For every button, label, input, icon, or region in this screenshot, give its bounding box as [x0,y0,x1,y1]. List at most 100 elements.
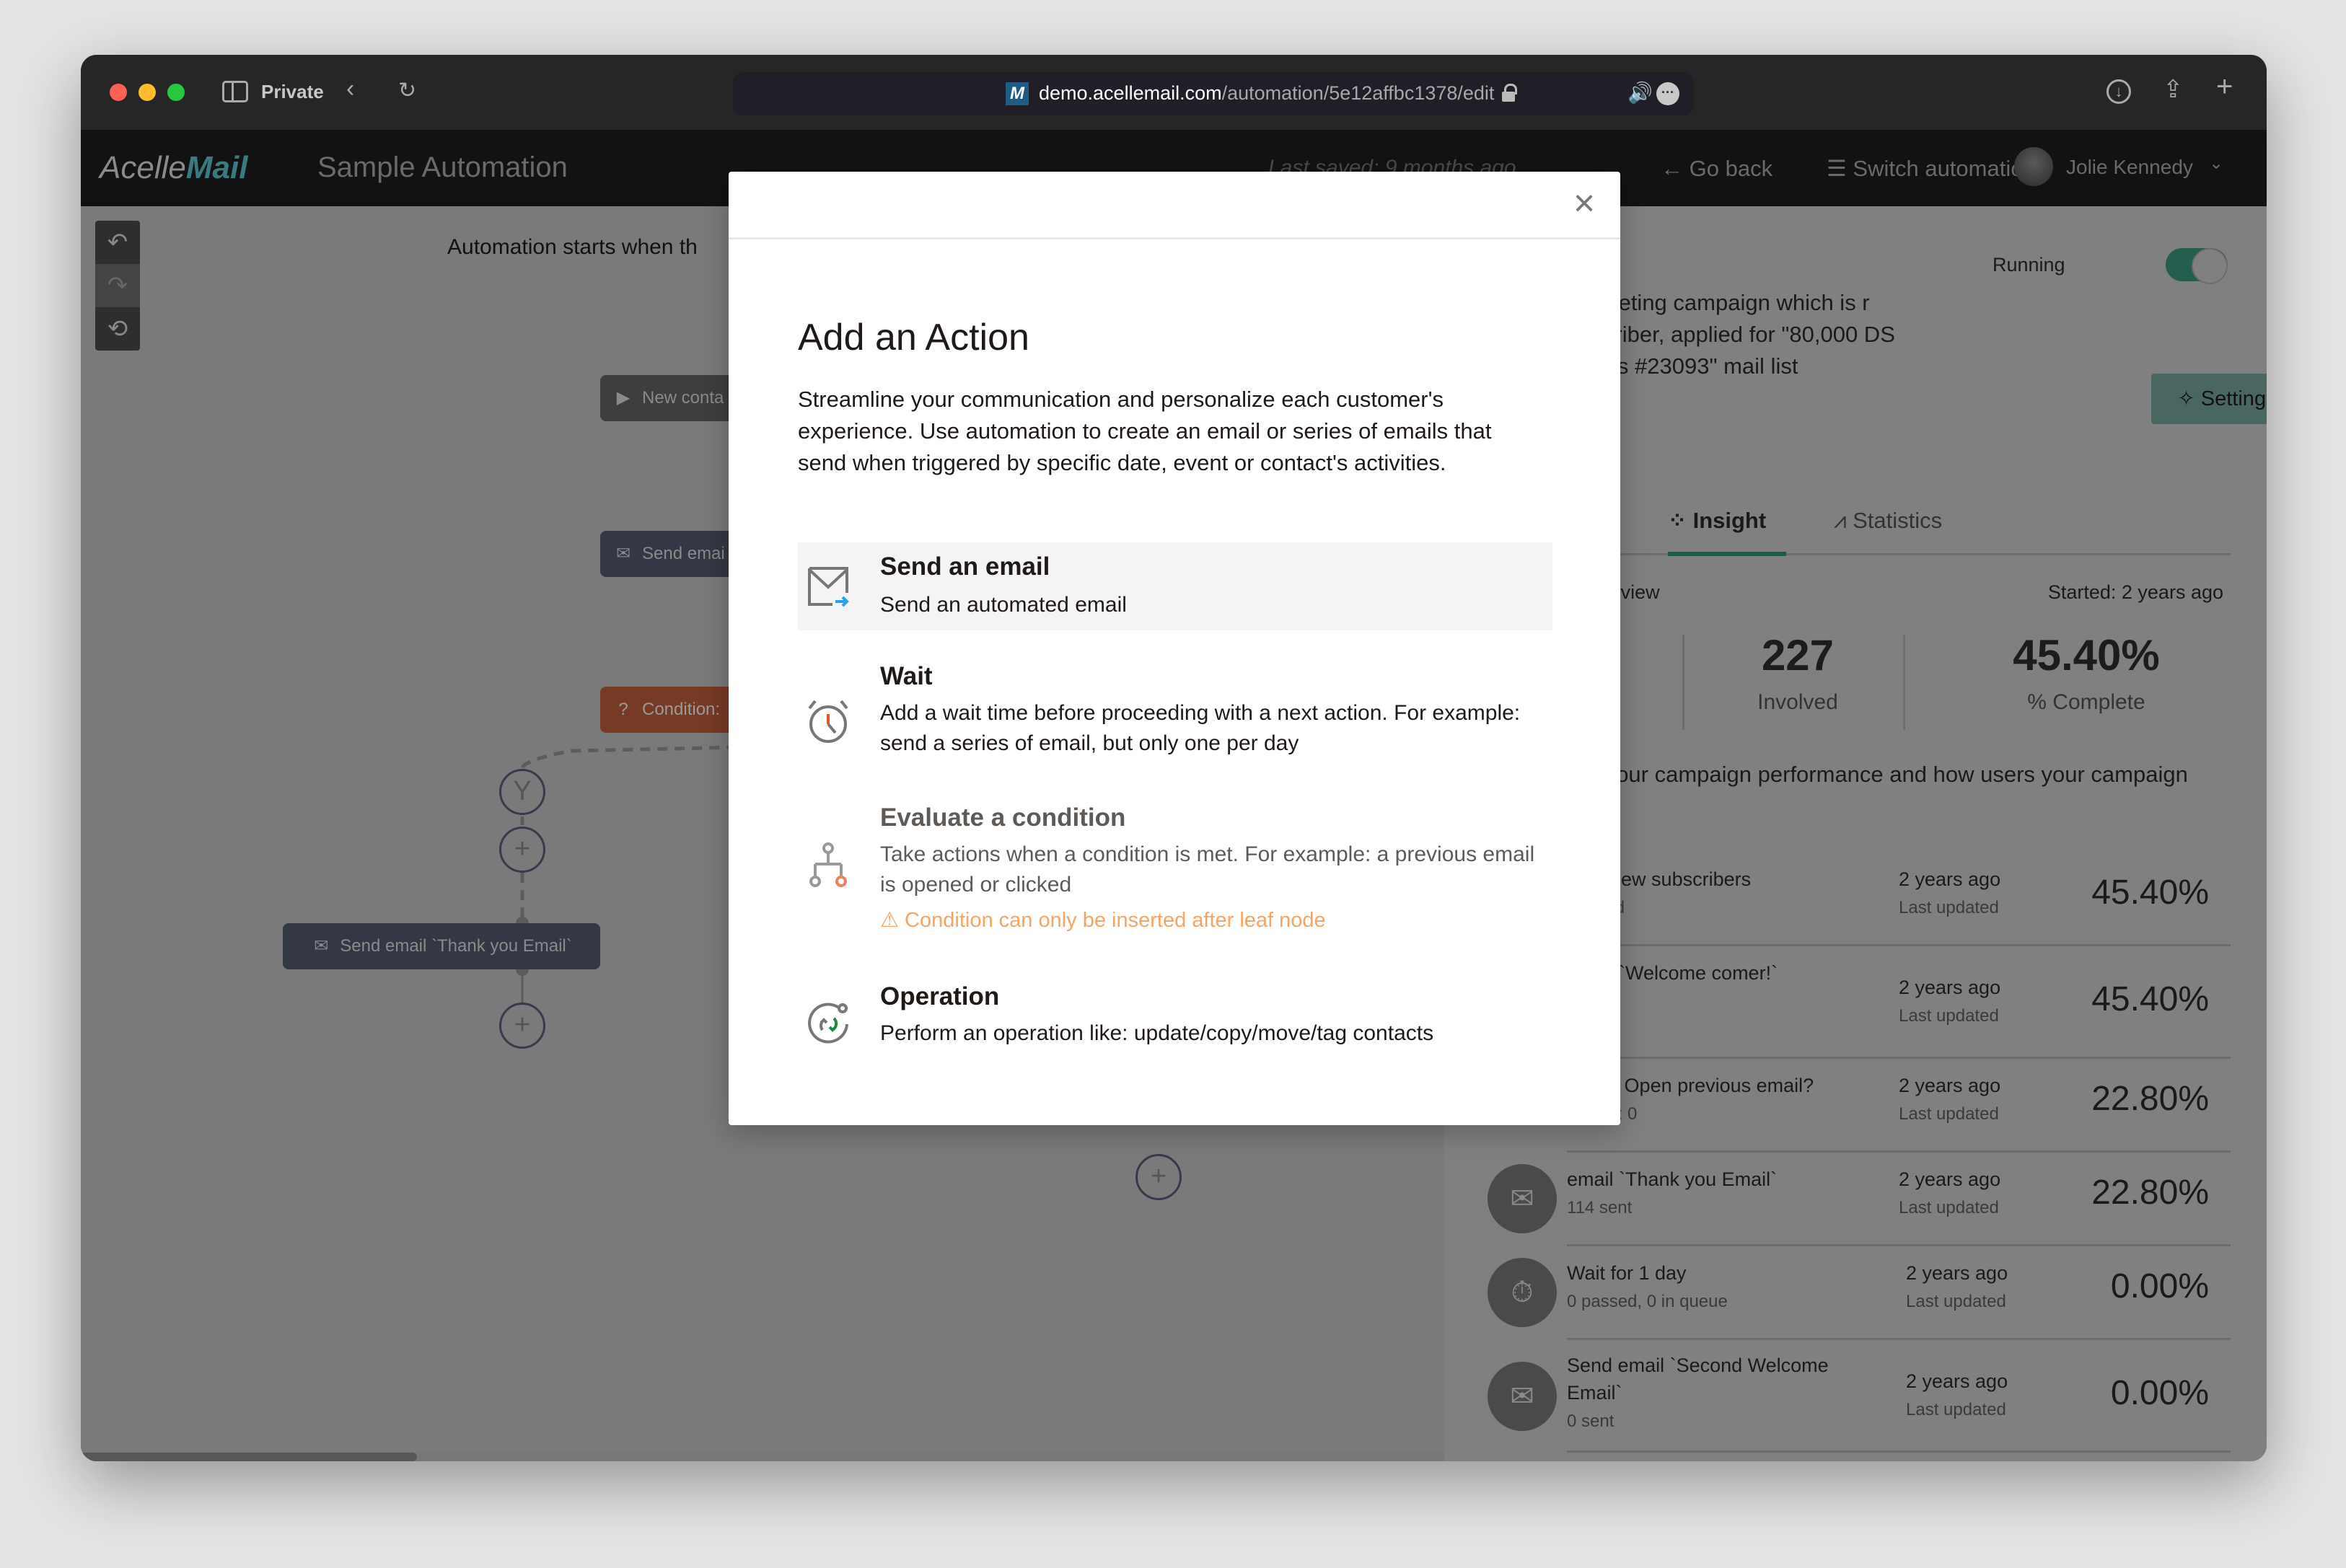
back-icon[interactable]: ‹ [346,75,354,103]
running-label: Running [1993,254,2065,276]
send-email-node-label: Send email `Thank you Email` [340,936,572,956]
user-avatar[interactable] [2014,147,2053,186]
stat-value: 227 [1761,631,1835,679]
downloads-icon[interactable]: ↓ [2106,79,2131,104]
tab-insight-label: Insight [1692,508,1767,533]
row-title-text: Wait for 1 day [1567,1262,1687,1284]
action-title: Evaluate a condition [880,803,1126,832]
row-percentage: 0.00% [2110,1267,2209,1305]
stat-label: % Complete [2027,690,2145,714]
branch-icon [809,842,847,887]
row-time: 2 years ago Last updated [1899,1072,2043,1128]
switch-automation-link[interactable]: ☰ Switch automation [1827,156,2036,182]
insight-row[interactable]: ✉ Send email `Second Welcome Email` 0 sen… [1488,1340,2231,1453]
tab-insight[interactable]: ⁘ Insight [1668,508,1766,534]
row-subtitle: 0 passed, 0 in queue [1567,1292,1728,1311]
browser-titlebar: Private ‹ ↻ M demo.acellemail.com/automa… [81,55,2267,130]
arrow-left-icon: ← [1661,156,1690,181]
share-icon[interactable]: ⇪ [2163,75,2184,104]
automation-title[interactable]: Sample Automation [317,151,568,184]
logo-text-acelle: Acelle [100,150,186,185]
row-time-label: Last updated [1899,1198,1999,1217]
row-title: email `Thank you Email` 114 sent [1567,1166,1870,1222]
insight-row[interactable]: email `Welcome comer!`ent 2 years agoLas… [1567,946,2231,1059]
tab-statistics-label: Statistics [1853,508,1943,533]
action-title: Send an email [880,552,1050,581]
address-bar[interactable]: M demo.acellemail.com/automation/5e12aff… [733,72,1694,115]
tab-statistics[interactable]: ⩘ Statistics [1834,508,1942,534]
stat-divider [1682,635,1684,730]
row-time-text: 2 years ago [1899,977,2001,998]
modal-header: × [729,172,1620,239]
action-description: Send an automated email [880,593,1127,617]
row-percentage: 0.00% [2110,1374,2209,1412]
row-subtitle: 0 sent [1567,1411,1614,1431]
send-email-node[interactable]: ✉ Send email `Thank you Email` [283,923,600,969]
url-domain: demo.acellemail.com [1039,82,1222,104]
sparkle-icon: ✧ [2177,387,2201,410]
private-label: Private [261,81,324,102]
close-icon[interactable]: × [1567,185,1602,222]
go-back-label: Go back [1689,156,1773,181]
row-time-text: 2 years ago [1906,1370,2008,1392]
stat-label: Involved [1757,690,1838,714]
row-time: 2 years ago Last updated [1906,1259,2050,1316]
horizontal-scrollbar[interactable] [81,1453,1444,1461]
action-send-email[interactable]: Send an email Send an automated email [798,542,1552,630]
row-time-label: Last updated [1906,1400,2006,1419]
alarm-clock-icon [808,700,848,743]
row-title-text: email `Thank you Email` [1567,1168,1778,1190]
action-operation[interactable]: Operation Perform an operation like: upd… [798,982,1552,1062]
row-time: 2 years ago Last updated [1906,1367,2050,1424]
audio-playing-icon[interactable]: 🔊 [1627,81,1653,105]
add-step-button[interactable]: + [499,827,545,873]
started-label: Started: 2 years ago [2047,581,2223,603]
row-time-label: Last updated [1899,1104,1999,1124]
row-time: 2 years ago Last updated [1899,974,2043,1030]
action-evaluate-condition[interactable]: Evaluate a condition Take actions when a… [798,803,1552,948]
app-logo[interactable]: AcelleMail [100,150,247,186]
envelope-icon: ✉ [314,936,329,956]
add-action-modal: × Add an Action Streamline your communic… [729,172,1620,1125]
close-window-button[interactable] [110,84,127,101]
settings-label: Settings [2200,387,2267,410]
row-time: 2 years ago Last updated [1899,866,2043,922]
row-time-label: Last updated [1906,1292,2006,1311]
action-wait[interactable]: Wait Add a wait time before proceeding w… [798,662,1552,770]
scrollbar-thumb[interactable] [81,1453,417,1461]
add-step-button[interactable]: + [1135,1154,1182,1200]
url-path: /automation/5e12affbc1378/edit [1221,82,1495,104]
send-email-icon [808,567,849,607]
action-description: Perform an operation like: update/copy/m… [880,1021,1434,1045]
row-subtitle: 114 sent [1567,1198,1633,1217]
chevron-down-icon[interactable]: ⌄ [2209,153,2223,174]
insight-row[interactable]: ome new subscribersiggered 2 years agoLa… [1567,853,2231,946]
add-step-button[interactable]: + [499,1003,545,1049]
row-title: Send email `Second Welcome Email` 0 sent [1567,1352,1870,1435]
logo-text-mail: Mail [185,150,248,185]
running-toggle[interactable] [2166,248,2228,284]
more-options-icon[interactable]: ··· [1656,82,1679,105]
switch-automation-label: Switch automation [1853,156,2036,181]
maximize-window-button[interactable] [167,84,185,101]
new-tab-icon[interactable]: + [2216,71,2233,103]
action-description: Take actions when a condition is met. Fo… [880,842,1535,897]
insight-row[interactable]: dition: Open previous email?14, No: 0 2 … [1567,1059,2231,1153]
go-back-link[interactable]: ← Go back [1661,156,1772,182]
chart-line-icon: ⩘ [1834,508,1853,533]
row-time-text: 2 years ago [1906,1262,2008,1284]
sidebar-toggle-icon[interactable] [222,81,248,102]
reload-icon[interactable]: ↻ [398,78,416,103]
insight-row[interactable]: ✉ email `Thank you Email` 114 sent 2 year… [1488,1153,2231,1246]
row-percentage: 45.40% [2091,980,2209,1018]
row-percentage: 45.40% [2091,873,2209,912]
action-title: Operation [880,982,1000,1010]
stat-divider [1903,635,1905,730]
url-text[interactable]: demo.acellemail.com/automation/5e12affbc… [1039,82,1494,105]
insight-row[interactable]: ⏱ Wait for 1 day 0 passed, 0 in queue 2 y… [1488,1246,2231,1340]
minimize-window-button[interactable] [139,84,156,101]
settings-button[interactable]: ✧ Settings [2151,374,2267,424]
row-time-text: 2 years ago [1899,868,2001,890]
stat-complete: 45.40% % Complete [1942,630,2231,715]
user-name[interactable]: Jolie Kennedy [2066,156,2193,179]
